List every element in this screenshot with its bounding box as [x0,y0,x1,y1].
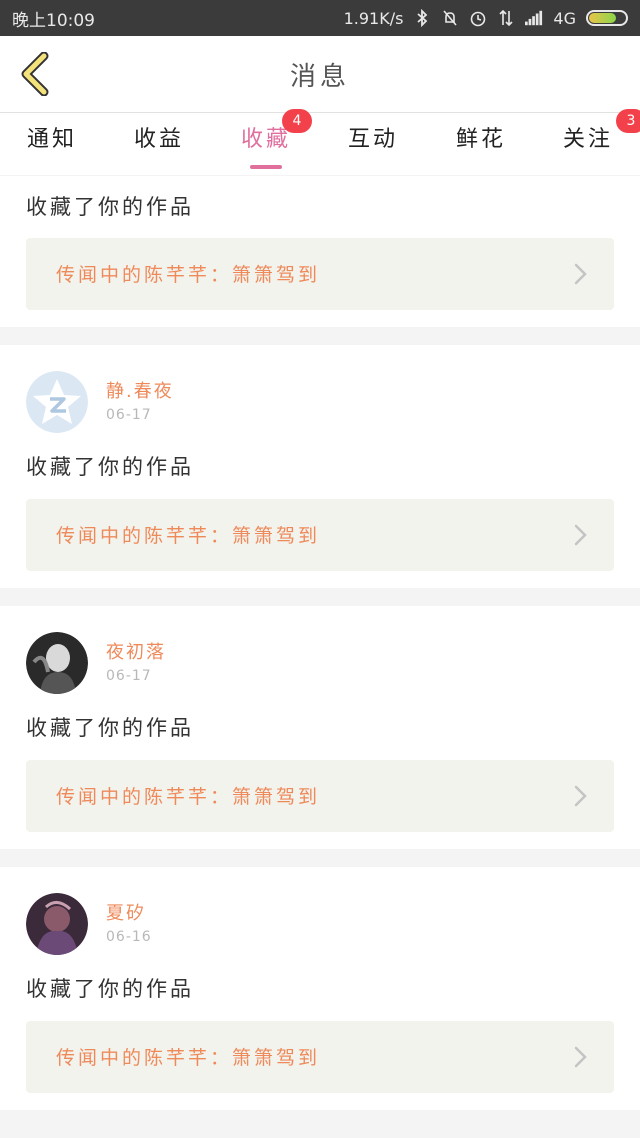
data-icon [497,9,515,27]
user-name[interactable]: 夏矽 [106,899,146,925]
list-item: 静.春夜 06-17 收藏了你的作品 传闻中的陈芊芊：箫箫驾到 [0,345,640,588]
bluetooth-icon [413,9,431,27]
list-item: 夏矽 06-16 收藏了你的作品 传闻中的陈芊芊：箫箫驾到 [0,867,640,1110]
net-speed: 1.91K/s [343,8,404,28]
action-text: 收藏了你的作品 [26,455,194,479]
tab-interactions[interactable]: 互动 [333,121,413,171]
work-link[interactable]: 传闻中的陈芊芊：箫箫驾到 [26,1021,614,1093]
chevron-right-icon [574,785,587,807]
tab-badge: 3 [616,109,640,133]
tab-label: 收藏 [240,127,291,152]
post-date: 06-16 [106,929,152,945]
work-link[interactable]: 传闻中的陈芊芊：箫箫驾到 [26,238,614,310]
user-row[interactable]: 夜初落 06-17 [26,632,426,694]
chevron-right-icon [574,1046,587,1068]
user-row[interactable]: 夏矽 06-16 [26,893,426,955]
post-date: 06-17 [106,407,152,423]
battery-icon [586,10,628,26]
tab-badge: 4 [282,109,312,133]
tab-flowers[interactable]: 鲜花 [441,121,521,171]
tab-notifications[interactable]: 通知 [12,121,92,171]
status-time: 晚上10:09 [12,10,95,31]
active-tab-indicator [250,165,282,169]
tab-bar: 通知 收益 收藏 4 互动 鲜花 关注 3 [0,109,640,175]
alarm-icon [469,9,487,27]
status-icons: 1.91K/s 4G [344,9,628,28]
mute-icon [441,9,459,27]
user-row[interactable]: 静.春夜 06-17 [26,371,426,433]
chevron-right-icon [574,263,587,285]
status-bar: 晚上10:09 1.91K/s 4G [0,0,640,36]
tab-label: 关注 [562,127,613,152]
tab-favorites[interactable]: 收藏 4 [226,109,312,171]
work-title: 传闻中的陈芊芊：箫箫驾到 [56,786,321,808]
action-text: 收藏了你的作品 [26,716,194,740]
list-item: 收藏了你的作品 传闻中的陈芊芊：箫箫驾到 [0,176,640,327]
tab-label: 收益 [133,127,184,152]
avatar[interactable] [26,371,88,433]
action-text: 收藏了你的作品 [26,195,194,219]
work-title: 传闻中的陈芊芊：箫箫驾到 [56,525,321,547]
signal-icon [525,9,543,27]
action-text: 收藏了你的作品 [26,977,194,1001]
header: 消息 [0,36,640,113]
avatar[interactable] [26,893,88,955]
tab-earnings[interactable]: 收益 [119,121,199,171]
network-type: 4G [553,8,576,28]
work-link[interactable]: 传闻中的陈芊芊：箫箫驾到 [26,760,614,832]
tab-label: 通知 [26,127,77,152]
user-name[interactable]: 夜初落 [106,638,166,664]
user-name[interactable]: 静.春夜 [106,377,174,403]
work-link[interactable]: 传闻中的陈芊芊：箫箫驾到 [26,499,614,571]
tab-label: 鲜花 [455,127,506,152]
work-title: 传闻中的陈芊芊：箫箫驾到 [56,264,321,286]
avatar[interactable] [26,632,88,694]
tab-following[interactable]: 关注 3 [548,109,640,171]
tab-label: 互动 [347,127,398,152]
page-title: 消息 [289,62,350,92]
post-date: 06-17 [106,668,152,684]
work-title: 传闻中的陈芊芊：箫箫驾到 [56,1047,321,1069]
list-item: 夜初落 06-17 收藏了你的作品 传闻中的陈芊芊：箫箫驾到 [0,606,640,849]
chevron-right-icon [574,524,587,546]
